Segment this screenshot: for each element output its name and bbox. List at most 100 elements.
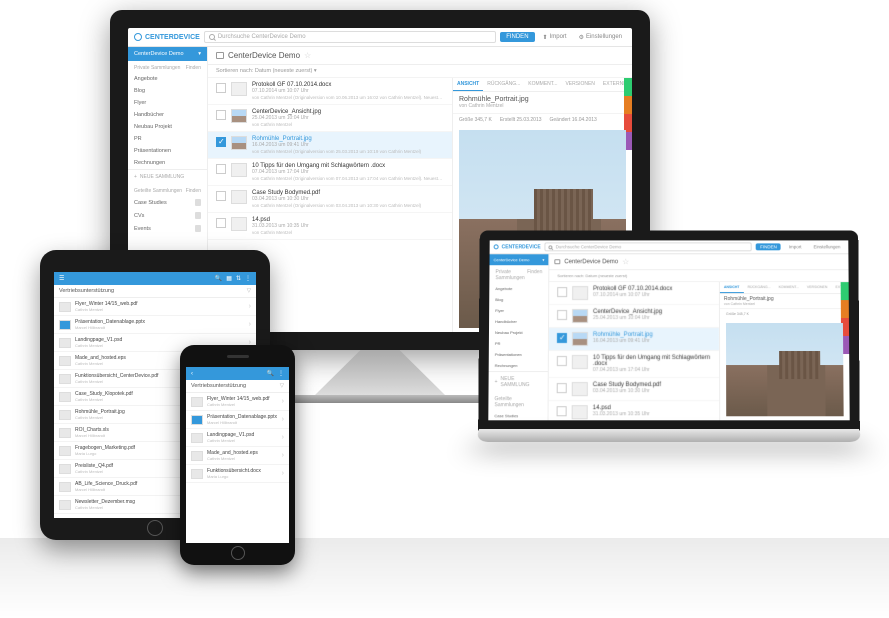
- checkbox[interactable]: [216, 191, 226, 201]
- checkbox[interactable]: [557, 287, 567, 297]
- sidebar-item[interactable]: Angebote: [128, 73, 207, 85]
- file-row[interactable]: Rohmühle_Portrait.jpg 16.04.2013 um 09:4…: [549, 328, 719, 351]
- checkbox[interactable]: [557, 356, 567, 366]
- sidebar-item[interactable]: Events: [128, 222, 207, 235]
- funnel-icon[interactable]: ▽: [280, 383, 284, 389]
- file-thumbnail: [572, 309, 588, 323]
- checkbox[interactable]: [216, 83, 226, 93]
- file-row[interactable]: CenterDevice_Ansicht.jpg 25.04.2013 um 1…: [549, 305, 719, 328]
- file-row[interactable]: 14.psd 31.03.2013 um 10:35 Uhr: [549, 401, 720, 420]
- sidebar-item[interactable]: Neubau Projekt: [128, 121, 207, 133]
- star-icon[interactable]: ☆: [304, 51, 311, 60]
- sidebar-item[interactable]: Handbücher: [128, 109, 207, 121]
- file-row[interactable]: CenterDevice_Ansicht.jpg 25.04.2013 um 1…: [208, 105, 452, 132]
- sidebar-item[interactable]: Angebote: [489, 283, 548, 294]
- laptop-device: CENTERDEVICE Durchsuche CenterDevice Dem…: [479, 230, 859, 490]
- list-item[interactable]: Funktionsübersicht.docx Maria Lurgo ›: [186, 465, 289, 483]
- file-thumbnail: [572, 405, 588, 419]
- filter-icon[interactable]: ▦: [226, 275, 232, 282]
- search-icon[interactable]: 🔍: [215, 275, 222, 282]
- preview-tab[interactable]: KOMMENT...: [524, 78, 561, 91]
- tablet-home-button[interactable]: [147, 520, 163, 536]
- file-row[interactable]: 14.psd 31.03.2013 um 10:35 Uhr von Cathr…: [208, 213, 452, 240]
- preview-tab[interactable]: RÜCKGÄNG...: [483, 78, 524, 91]
- file-date: 07.04.2013 um 17:04 Uhr: [593, 367, 711, 373]
- file-date: 31.03.2013 um 10:35 Uhr: [252, 223, 444, 229]
- logo-icon: [134, 33, 142, 41]
- checkbox[interactable]: [216, 164, 226, 174]
- sidebar-item[interactable]: Präsentationen: [128, 145, 207, 157]
- preview-tab[interactable]: KOMMENT...: [774, 282, 802, 293]
- sidebar-find-link[interactable]: Finden: [186, 65, 201, 71]
- file-row[interactable]: Case Study Bodymed.pdf 03.04.2013 um 10:…: [549, 378, 720, 401]
- sidebar-item[interactable]: Präsentationen: [489, 349, 548, 360]
- file-row[interactable]: 10 Tipps für den Umgang mit Schlagwörter…: [208, 159, 452, 186]
- sidebar-item[interactable]: Blog: [489, 294, 548, 305]
- checkbox[interactable]: [216, 218, 226, 228]
- list-item[interactable]: Präsentation_Datenablage.pptx Marcel Hil…: [186, 411, 289, 429]
- list-item[interactable]: Präsentation_Datenablage.pptx Marcel Hil…: [54, 316, 256, 334]
- more-icon[interactable]: ⋮: [278, 370, 284, 377]
- sidebar-item[interactable]: Rechnungen: [128, 157, 207, 169]
- action-green[interactable]: [624, 78, 632, 96]
- list-item[interactable]: Landingpage_V1.psd Cathrin Mentzel ›: [186, 429, 289, 447]
- plus-icon: +: [134, 174, 137, 180]
- list-item[interactable]: Flyer_Winter 14/15_web.pdf Cathrin Mentz…: [186, 393, 289, 411]
- laptop-search-button[interactable]: FINDEN: [756, 243, 781, 250]
- funnel-icon[interactable]: ▽: [247, 288, 251, 294]
- checkbox[interactable]: [557, 310, 567, 320]
- preview-tab[interactable]: VERSIONEN: [803, 282, 832, 293]
- list-item[interactable]: Made_and_hosted.eps Cathrin Mentzel ›: [186, 447, 289, 465]
- file-author: Cathrin Mentzel: [207, 402, 278, 407]
- chevron-right-icon: ›: [282, 452, 284, 459]
- new-collection-button[interactable]: + NEUE SAMMLUNG: [128, 169, 207, 184]
- preview-tab[interactable]: ANSICHT: [720, 282, 744, 293]
- file-row[interactable]: Protokoll GF 07.10.2014.docx 07.10.2014 …: [549, 282, 719, 305]
- file-thumbnail: [59, 428, 71, 438]
- sidebar-item[interactable]: Case Studies: [488, 410, 547, 420]
- preview-tab[interactable]: VERSIONEN: [561, 78, 598, 91]
- file-row[interactable]: 10 Tipps für den Umgang mit Schlagwörter…: [549, 351, 719, 378]
- sidebar-item[interactable]: Case Studies: [128, 196, 207, 209]
- laptop-settings[interactable]: Einstellungen: [809, 242, 844, 251]
- sidebar-item[interactable]: Rechnungen: [489, 360, 548, 371]
- phone-home-button[interactable]: [231, 546, 245, 560]
- file-row[interactable]: Rohmühle_Portrait.jpg 16.04.2013 um 09:4…: [208, 132, 452, 159]
- sidebar-item[interactable]: PR: [128, 133, 207, 145]
- search-icon[interactable]: 🔍: [267, 370, 274, 377]
- sidebar-item[interactable]: Blog: [128, 85, 207, 97]
- file-row[interactable]: Case Study Bodymed.pdf 03.04.2013 um 10:…: [208, 186, 452, 213]
- checkbox[interactable]: [216, 137, 226, 147]
- laptop-import[interactable]: Import: [785, 242, 806, 251]
- sort-bar[interactable]: Sortieren nach: Datum (neueste zuerst) ▾: [208, 65, 632, 78]
- file-date: 07.10.2014 um 10:07 Uhr: [252, 88, 444, 94]
- list-item[interactable]: Flyer_Winter 14/15_web.pdf Cathrin Mentz…: [54, 298, 256, 316]
- file-date: 25.04.2013 um 10:04 Uhr: [252, 115, 444, 121]
- tablet-header: ☰ 🔍 ▦ ⇅ ⋮: [54, 272, 256, 285]
- checkbox[interactable]: [557, 406, 567, 416]
- sidebar-item[interactable]: PR: [489, 338, 548, 349]
- more-icon[interactable]: ⋮: [245, 275, 251, 282]
- search-button[interactable]: FINDEN: [500, 32, 534, 42]
- sidebar-item[interactable]: Flyer: [489, 305, 548, 316]
- checkbox[interactable]: [557, 333, 567, 343]
- sidebar-item[interactable]: Flyer: [128, 97, 207, 109]
- checkbox[interactable]: [216, 110, 226, 120]
- sidebar-current-collection[interactable]: CenterDevice Demo ▾: [128, 47, 207, 61]
- settings-button[interactable]: ⚙ Einstellungen: [575, 32, 626, 43]
- back-icon[interactable]: ‹: [191, 371, 193, 377]
- import-button[interactable]: ⬆ Import: [539, 32, 571, 43]
- file-row[interactable]: Protokoll GF 07.10.2014.docx 07.10.2014 …: [208, 78, 452, 105]
- sidebar-item[interactable]: Neubau Projekt: [489, 327, 548, 338]
- preview-tab[interactable]: RÜCKGÄNG...: [743, 282, 774, 293]
- menu-icon[interactable]: ☰: [59, 275, 64, 282]
- sidebar-item[interactable]: Handbücher: [489, 316, 548, 327]
- preview-tab[interactable]: ANSICHT: [453, 78, 483, 91]
- sort-icon[interactable]: ⇅: [236, 275, 241, 282]
- sidebar-find-link-2[interactable]: Finden: [186, 188, 201, 194]
- sidebar-item[interactable]: CVs: [128, 209, 207, 222]
- action-orange[interactable]: [624, 96, 632, 114]
- preview-filename: Rohmühle_Portrait.jpg: [459, 96, 626, 103]
- search-input[interactable]: Durchsuche CenterDevice Demo: [204, 31, 496, 43]
- checkbox[interactable]: [557, 383, 567, 393]
